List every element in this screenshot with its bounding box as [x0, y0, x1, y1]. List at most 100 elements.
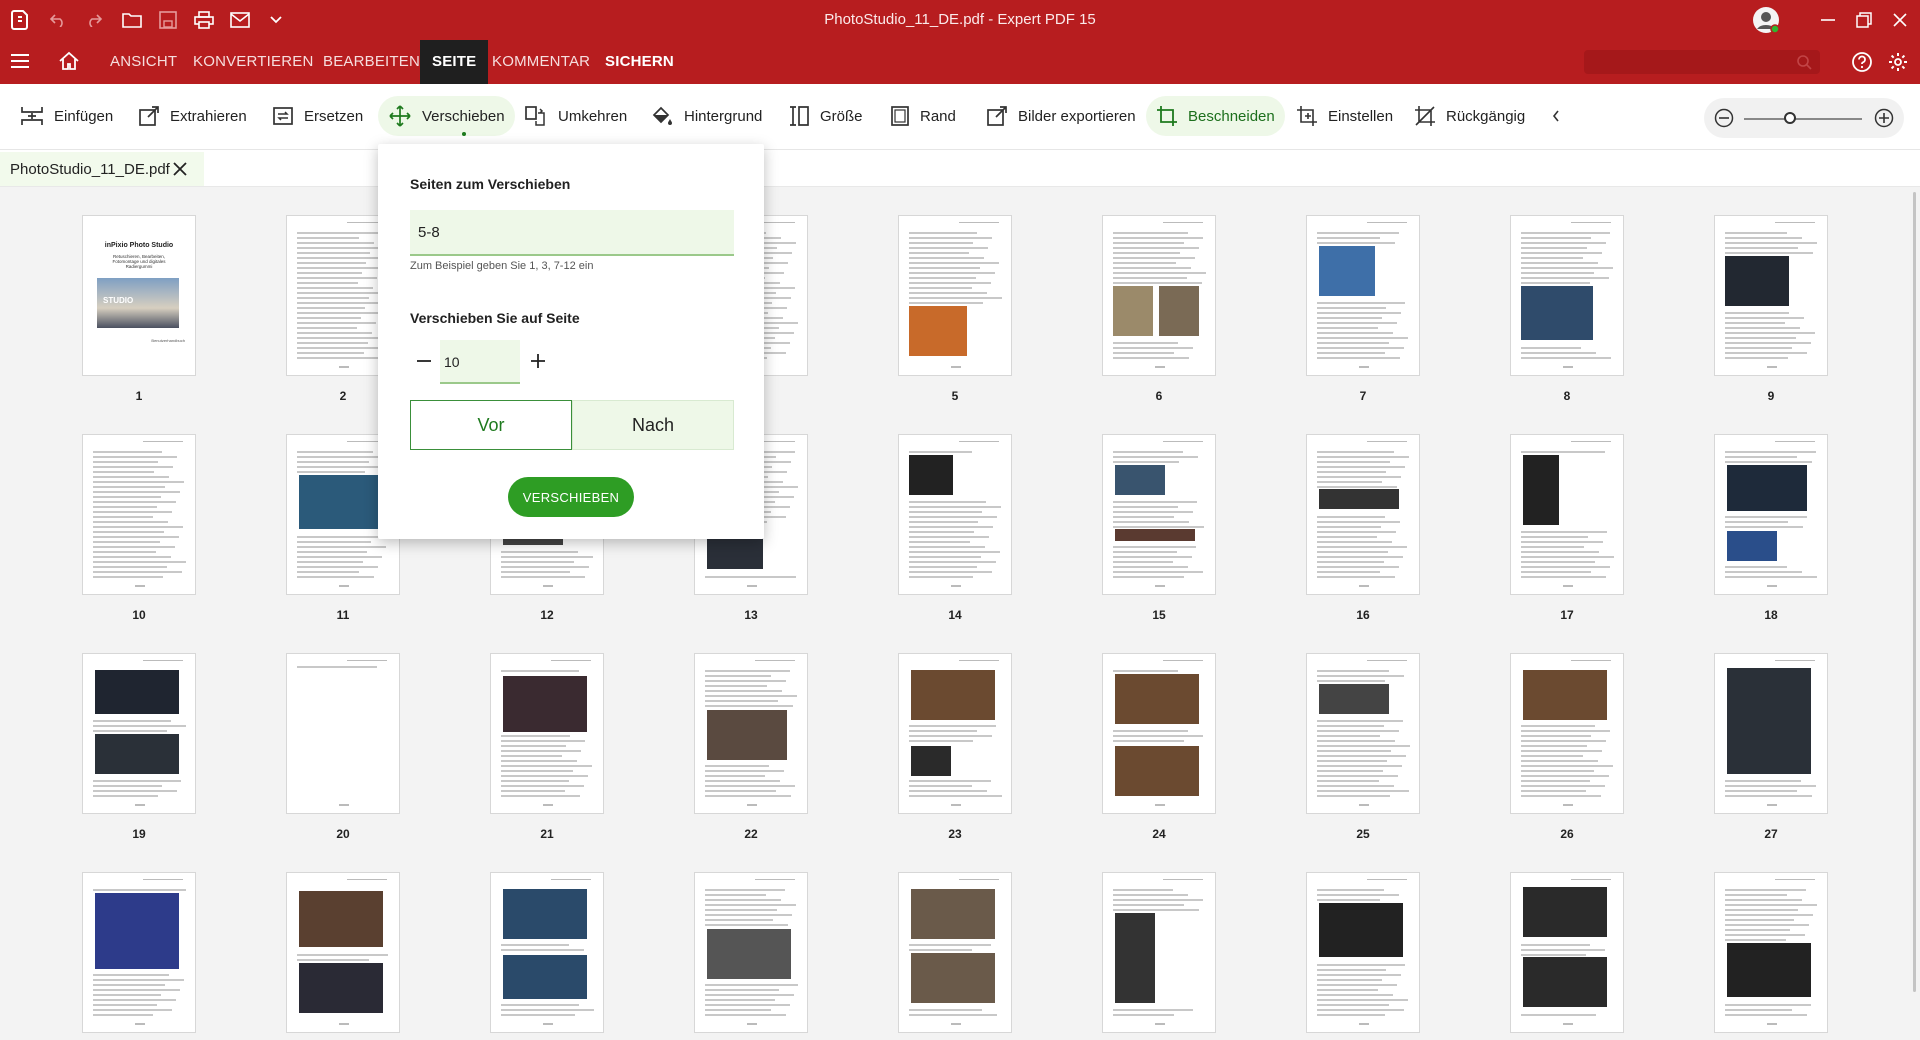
close-window-icon[interactable] — [1886, 6, 1914, 34]
replace-button[interactable]: Ersetzen — [262, 96, 373, 136]
restore-icon[interactable] — [1850, 6, 1878, 34]
page-thumbnail[interactable] — [1306, 215, 1420, 376]
page-ribbon: Einfügen Extrahieren Ersetzen Verschiebe… — [0, 84, 1920, 150]
page-number: 8 — [1563, 389, 1571, 403]
scrollbar-thumb[interactable] — [1913, 192, 1916, 992]
move-icon — [389, 105, 411, 127]
hamburger-menu-icon[interactable] — [10, 52, 30, 75]
document-tab[interactable]: PhotoStudio_11_DE.pdf — [0, 152, 204, 186]
page-number: 22 — [744, 827, 758, 841]
size-button[interactable]: Größe — [778, 96, 873, 136]
cover-image-text: STUDIO — [103, 296, 134, 305]
page-number: 2 — [339, 389, 347, 403]
cover-title: inPixio Photo Studio — [104, 242, 174, 249]
page-thumbnail[interactable] — [1306, 872, 1420, 1033]
background-button[interactable]: Hintergrund — [640, 96, 772, 136]
reverse-button[interactable]: Umkehren — [514, 96, 637, 136]
close-tab-icon[interactable] — [172, 161, 188, 181]
page-thumbnail[interactable] — [1306, 434, 1420, 595]
background-icon — [652, 106, 672, 125]
increment-icon[interactable] — [526, 349, 550, 373]
page-thumbnail[interactable] — [1510, 653, 1624, 814]
ribbon-collapse-chevron-icon[interactable] — [1550, 108, 1562, 129]
menu-ansicht[interactable]: ANSICHT — [110, 40, 177, 84]
before-button[interactable]: Vor — [410, 400, 572, 450]
adjust-button[interactable]: Einstellen — [1286, 96, 1403, 136]
zoom-slider-handle[interactable] — [1784, 112, 1796, 124]
move-button[interactable]: Verschieben — [378, 96, 515, 136]
home-icon[interactable] — [58, 51, 80, 76]
reverse-label: Umkehren — [558, 107, 628, 125]
user-avatar-icon[interactable] — [1752, 6, 1780, 34]
search-input[interactable] — [1584, 50, 1820, 74]
insert-button[interactable]: Einfügen — [10, 96, 123, 136]
minimize-icon[interactable] — [1814, 6, 1842, 34]
page-thumbnail[interactable] — [82, 653, 196, 814]
zoom-out-icon[interactable] — [1714, 108, 1734, 133]
page-thumbnail[interactable]: inPixio Photo Studio Retuschieren, Bearbe… — [82, 215, 196, 376]
page-thumbnail[interactable] — [286, 653, 400, 814]
page-thumbnail[interactable] — [1714, 872, 1828, 1033]
page-thumbnail[interactable] — [1102, 653, 1216, 814]
export-images-button[interactable]: Bilder exportieren — [976, 96, 1146, 136]
page-thumbnail[interactable] — [1102, 434, 1216, 595]
pages-to-move-input[interactable]: 5-8 — [410, 210, 734, 256]
page-thumbnail[interactable] — [694, 872, 808, 1033]
title-bar: PhotoStudio_11_DE.pdf - Expert PDF 15 — [0, 0, 1920, 40]
crop-icon — [1157, 106, 1177, 126]
undo-crop-button[interactable]: Rückgängig — [1404, 96, 1535, 136]
decrement-icon[interactable] — [412, 349, 436, 373]
border-button[interactable]: Rand — [880, 96, 966, 136]
replace-icon — [273, 107, 293, 125]
zoom-in-icon[interactable] — [1874, 108, 1894, 133]
page-thumbnail[interactable] — [898, 653, 1012, 814]
page-thumbnail[interactable] — [82, 872, 196, 1033]
move-to-page-label: Verschieben Sie auf Seite — [410, 310, 580, 326]
menu-bar: ANSICHT KONVERTIEREN BEARBEITEN SEITE KO… — [0, 40, 1920, 84]
page-thumbnail[interactable] — [1510, 872, 1624, 1033]
export-images-label: Bilder exportieren — [1018, 107, 1136, 125]
page-thumbnail[interactable] — [898, 872, 1012, 1033]
page-thumbnail[interactable] — [1714, 215, 1828, 376]
size-label: Größe — [820, 107, 863, 125]
menu-seite[interactable]: SEITE — [420, 40, 489, 84]
page-thumbnail[interactable] — [1714, 434, 1828, 595]
replace-label: Ersetzen — [304, 107, 364, 125]
page-thumbnail[interactable] — [82, 434, 196, 595]
page-thumbnail[interactable] — [286, 872, 400, 1033]
move-label: Verschieben — [422, 107, 505, 125]
page-thumbnail[interactable] — [898, 434, 1012, 595]
after-button[interactable]: Nach — [572, 400, 734, 450]
menu-kommentar[interactable]: KOMMENTAR — [492, 40, 590, 84]
zoom-slider-track[interactable] — [1744, 118, 1862, 120]
settings-gear-icon[interactable] — [1888, 52, 1908, 77]
undo-crop-label: Rückgängig — [1446, 107, 1526, 125]
vertical-scrollbar[interactable] — [1912, 186, 1918, 1040]
menu-bearbeiten[interactable]: BEARBEITEN — [323, 40, 420, 84]
page-thumbnail[interactable] — [1510, 434, 1624, 595]
page-number: 5 — [951, 389, 959, 403]
page-thumbnail[interactable] — [1102, 872, 1216, 1033]
target-page-stepper[interactable]: 10 — [440, 340, 520, 384]
insert-icon — [21, 107, 43, 125]
page-thumbnail[interactable] — [490, 872, 604, 1033]
menu-konvertieren[interactable]: KONVERTIEREN — [193, 40, 313, 84]
page-number: 27 — [1764, 827, 1778, 841]
page-thumbnail[interactable] — [694, 653, 808, 814]
page-number: 7 — [1359, 389, 1367, 403]
extract-button[interactable]: Extrahieren — [128, 96, 257, 136]
undo-crop-icon — [1415, 106, 1435, 126]
menu-sichern[interactable]: SICHERN — [605, 40, 674, 84]
border-icon — [891, 106, 909, 126]
page-thumbnail[interactable] — [898, 215, 1012, 376]
crop-button[interactable]: Beschneiden — [1146, 96, 1285, 136]
page-thumbnail[interactable] — [1102, 215, 1216, 376]
zoom-control — [1704, 98, 1904, 138]
page-thumbnail[interactable] — [1714, 653, 1828, 814]
page-thumbnail[interactable] — [1510, 215, 1624, 376]
help-icon[interactable] — [1852, 52, 1872, 77]
move-submit-button[interactable]: VERSCHIEBEN — [508, 477, 634, 517]
page-thumbnail[interactable] — [490, 653, 604, 814]
page-thumbnail[interactable] — [1306, 653, 1420, 814]
insert-label: Einfügen — [54, 107, 114, 125]
